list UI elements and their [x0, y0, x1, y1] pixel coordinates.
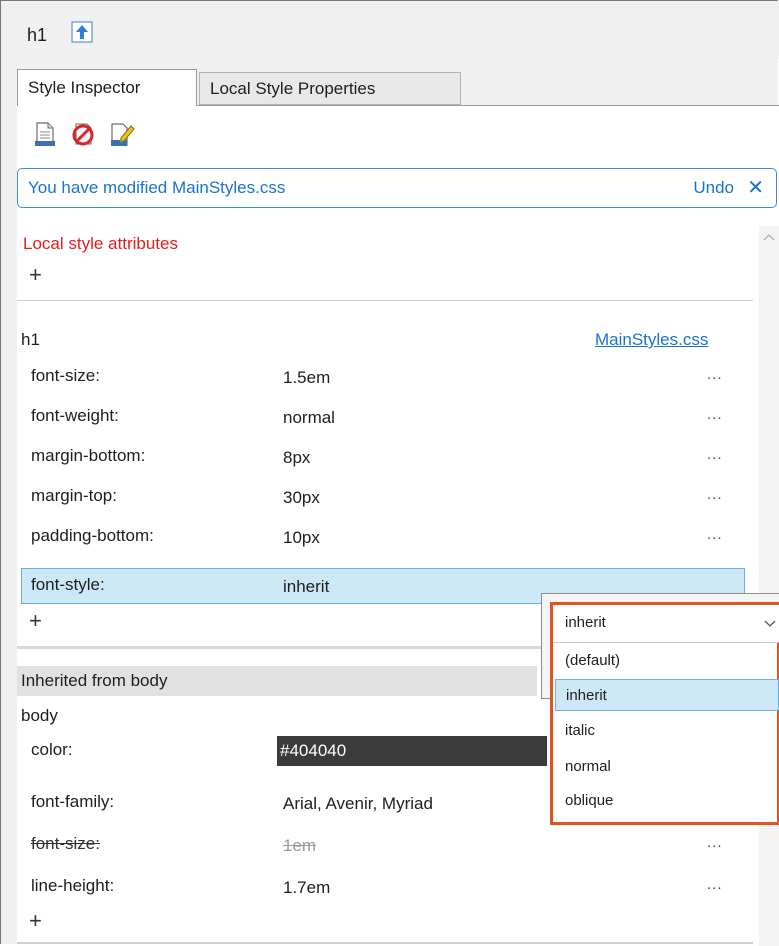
- modified-notification-bar: You have modified MainStyles.css Undo ✕: [17, 168, 777, 208]
- more-button[interactable]: ...: [707, 834, 723, 851]
- property-name: font-family:: [31, 792, 115, 811]
- chevron-down-icon[interactable]: [764, 618, 776, 628]
- property-value[interactable]: 10px: [283, 528, 320, 548]
- property-row[interactable]: line-height: 1.7em ...: [25, 870, 747, 906]
- close-icon[interactable]: ✕: [747, 175, 764, 200]
- add-inherited-property-button[interactable]: +: [29, 908, 42, 934]
- property-name: line-height:: [31, 876, 115, 895]
- dropdown-option[interactable]: oblique: [555, 785, 779, 817]
- clear-style-icon[interactable]: [69, 120, 97, 148]
- modified-message: You have modified MainStyles.css: [28, 178, 286, 197]
- font-style-dropdown[interactable]: inherit (default) inherit italic normal …: [550, 602, 779, 825]
- property-name: font-weight:: [31, 406, 119, 425]
- property-row[interactable]: margin-top: 30px ...: [25, 480, 747, 516]
- more-button[interactable]: ...: [707, 366, 723, 383]
- property-name: font-size:: [31, 366, 100, 385]
- property-name: padding-bottom:: [31, 526, 154, 545]
- property-name: font-style:: [31, 575, 105, 594]
- dropdown-option[interactable]: (default): [555, 645, 779, 677]
- add-local-attribute-button[interactable]: +: [29, 262, 42, 288]
- property-name: margin-top:: [31, 486, 117, 505]
- property-value[interactable]: 1em: [283, 836, 316, 856]
- undo-link[interactable]: Undo: [693, 178, 734, 198]
- scroll-up-icon[interactable]: [763, 232, 775, 242]
- style-inspector-panel: h1 Style Inspector Local Style Propertie…: [0, 0, 779, 946]
- stylesheet-link[interactable]: MainStyles.css: [595, 330, 708, 350]
- dropdown-option-highlighted[interactable]: inherit: [555, 679, 779, 711]
- element-title: h1: [27, 25, 48, 45]
- property-name: margin-bottom:: [31, 446, 146, 465]
- select-parent-icon[interactable]: [71, 21, 93, 43]
- panel-header: h1: [1, 1, 779, 59]
- property-value[interactable]: inherit: [283, 577, 329, 597]
- property-row[interactable]: font-weight: normal ...: [25, 400, 747, 436]
- inherited-label: Inherited from body: [21, 671, 168, 690]
- property-row-overridden[interactable]: font-size: 1em ...: [25, 828, 747, 864]
- more-button[interactable]: ...: [707, 406, 723, 423]
- property-value[interactable]: 1.7em: [283, 878, 330, 898]
- tab-local-style-properties[interactable]: Local Style Properties: [199, 72, 461, 105]
- property-value[interactable]: Arial, Avenir, Myriad: [283, 794, 433, 814]
- vertical-scrollbar[interactable]: [759, 226, 779, 946]
- dropdown-option[interactable]: normal: [555, 751, 779, 783]
- property-name: font-size:: [31, 834, 100, 853]
- property-value[interactable]: 1.5em: [283, 368, 330, 388]
- edit-style-icon[interactable]: [107, 120, 135, 148]
- more-button[interactable]: ...: [707, 876, 723, 893]
- more-button[interactable]: ...: [707, 446, 723, 463]
- local-style-heading: Local style attributes: [23, 234, 178, 253]
- tab-style-inspector[interactable]: Style Inspector: [17, 69, 197, 106]
- property-value[interactable]: 8px: [283, 448, 310, 468]
- new-style-icon[interactable]: [31, 120, 59, 148]
- add-property-button[interactable]: +: [29, 608, 42, 634]
- more-button[interactable]: ...: [707, 526, 723, 543]
- dropdown-select[interactable]: inherit: [553, 605, 779, 643]
- color-value-swatch[interactable]: #404040: [277, 736, 547, 766]
- dropdown-selected-value: inherit: [565, 614, 606, 631]
- property-value[interactable]: normal: [283, 408, 335, 428]
- property-row[interactable]: margin-bottom: 8px ...: [25, 440, 747, 476]
- divider: [17, 300, 753, 301]
- rule-selector: h1: [21, 330, 40, 349]
- property-row[interactable]: font-size: 1.5em ...: [25, 360, 747, 396]
- property-name: color:: [31, 740, 73, 759]
- inherited-selector: body: [21, 706, 58, 725]
- property-value: #404040: [280, 741, 347, 760]
- more-button[interactable]: ...: [707, 486, 723, 503]
- property-value[interactable]: 30px: [283, 488, 320, 508]
- property-row[interactable]: padding-bottom: 10px ...: [25, 520, 747, 556]
- inherited-section-header: Inherited from body: [17, 666, 537, 696]
- dropdown-option[interactable]: italic: [555, 715, 779, 747]
